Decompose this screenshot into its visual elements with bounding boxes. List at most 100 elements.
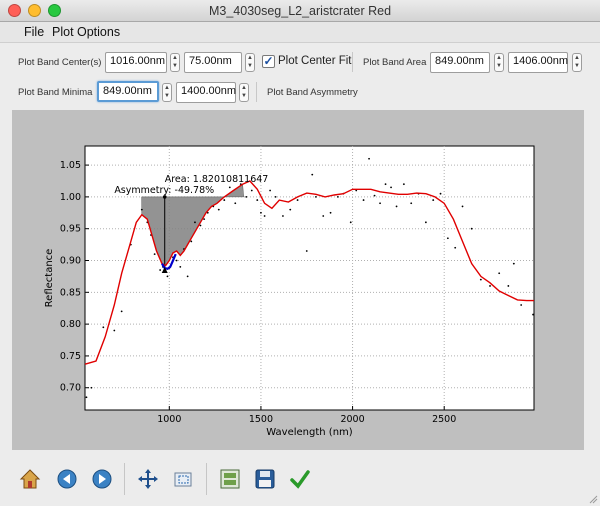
band-minima-1-field[interactable]: 849.00nm [97,81,159,102]
chevron-down-icon[interactable]: ▼ [573,62,581,70]
chevron-down-icon[interactable]: ▼ [163,92,171,100]
y-tick-label: 0.70 [60,383,81,394]
x-tick-label: 2000 [340,414,364,425]
y-tick-label: 0.90 [60,256,81,267]
band-center-1-field[interactable]: 1016.00nm [105,52,167,73]
data-point [113,329,116,332]
data-point [329,211,332,214]
data-point [289,208,292,211]
data-point [520,304,523,306]
x-axis-label: Wavelength (nm) [266,427,352,438]
x-tick-label: 1000 [157,414,181,425]
y-tick-label: 1.00 [60,192,81,203]
area-annotation: Area: 1.82010811647 [165,174,269,185]
data-point [186,275,189,278]
y-tick-label: 0.95 [60,224,81,235]
band-center-1-stepper[interactable]: ▲ ▼ [170,53,180,72]
data-point [305,250,308,252]
data-point [384,183,387,186]
data-point [256,199,259,201]
app-window: M3_4030seg_L2_aristcrater Red File Plot … [0,0,600,506]
band-minima-2-field[interactable]: 1400.00nm [176,82,236,103]
chevron-down-icon[interactable]: ▼ [171,62,179,70]
band-area-1-field[interactable]: 849.00nm [430,52,490,73]
zoom-icon[interactable] [172,467,196,491]
data-point [245,195,248,198]
save-icon[interactable] [253,467,277,491]
band-center-2-stepper[interactable]: ▲ ▼ [245,53,255,72]
band-area-2-field[interactable]: 1406.00nm [508,52,568,73]
forward-icon[interactable] [90,467,114,491]
back-icon[interactable] [55,467,79,491]
data-point [432,199,435,201]
menu-plot-options[interactable]: Plot Options [52,25,120,39]
chevron-up-icon[interactable]: ▲ [171,54,179,62]
data-point [190,240,193,243]
band-area-1-stepper[interactable]: ▲ ▼ [494,53,504,72]
toolbar-divider [124,463,125,495]
configure-subplots-icon[interactable] [218,467,242,491]
data-point [349,221,352,224]
data-point [489,285,491,287]
data-point [454,246,457,249]
data-point [311,173,314,176]
data-point [217,208,220,211]
apply-icon[interactable] [288,467,312,491]
x-tick-label: 2500 [432,414,456,425]
divider [256,82,257,102]
data-point [153,253,156,256]
data-point [479,278,482,281]
data-point [373,194,376,197]
data-point [199,224,202,227]
data-point [498,272,501,275]
menu-file[interactable]: File [24,25,44,39]
data-point [194,221,196,224]
data-point [402,183,405,186]
data-point [532,313,534,316]
chevron-up-icon[interactable]: ▲ [240,84,248,92]
title-bar[interactable]: M3_4030seg_L2_aristcrater Red [0,0,600,22]
data-point [424,221,427,224]
resize-grip-icon[interactable] [588,494,598,504]
data-point [439,192,442,195]
y-tick-label: 0.75 [60,351,81,362]
center-fit-checkbox[interactable]: ✓ [262,55,275,68]
band-minima-1-stepper[interactable]: ▲ ▼ [162,83,172,102]
data-point [390,186,392,189]
divider [352,52,353,72]
data-point [140,208,143,211]
chevron-up-icon[interactable]: ▲ [246,54,254,62]
band-minima-2-stepper[interactable]: ▲ ▼ [239,83,249,102]
chevron-down-icon[interactable]: ▼ [495,62,503,70]
pan-icon[interactable] [136,467,160,491]
data-point [446,237,449,240]
data-point [296,199,299,201]
x-tick-label: 1500 [249,414,273,425]
toolbar-divider [206,463,207,495]
window-title: M3_4030seg_L2_aristcrater Red [208,4,392,18]
chevron-up-icon[interactable]: ▲ [573,54,581,62]
data-point [120,310,123,313]
band-center-2-field[interactable]: 75.00nm [184,52,242,73]
data-point [362,199,365,201]
data-point [395,205,398,208]
data-point [234,202,237,205]
plot-canvas[interactable]: 1000 1500 2000 2500 0.70 0.75 0.80 0.85 0.90 0.95… [12,110,584,450]
home-icon[interactable] [18,467,42,491]
data-point [337,195,339,198]
center-fit-label[interactable]: Plot Center Fit [278,55,352,67]
band-asymmetry-label[interactable]: Plot Band Asymmetry [267,87,358,98]
data-point [90,386,93,389]
data-point [507,285,510,287]
chevron-up-icon[interactable]: ▲ [495,54,503,62]
spectrum-chart[interactable]: 1000 1500 2000 2500 0.70 0.75 0.80 0.85 0.90 0.95… [12,110,584,450]
band-area-2-stepper[interactable]: ▲ ▼ [572,53,582,72]
chevron-up-icon[interactable]: ▲ [163,84,171,92]
asymmetry-annotation: Asymmetry: -49.78% [114,185,214,196]
chevron-down-icon[interactable]: ▼ [246,62,254,70]
band-area-label: Plot Band Area [363,57,427,68]
plot-toolbar [0,455,600,503]
menu-bar: File Plot Options [0,22,600,43]
data-point [102,326,105,329]
chevron-down-icon[interactable]: ▼ [240,92,248,100]
